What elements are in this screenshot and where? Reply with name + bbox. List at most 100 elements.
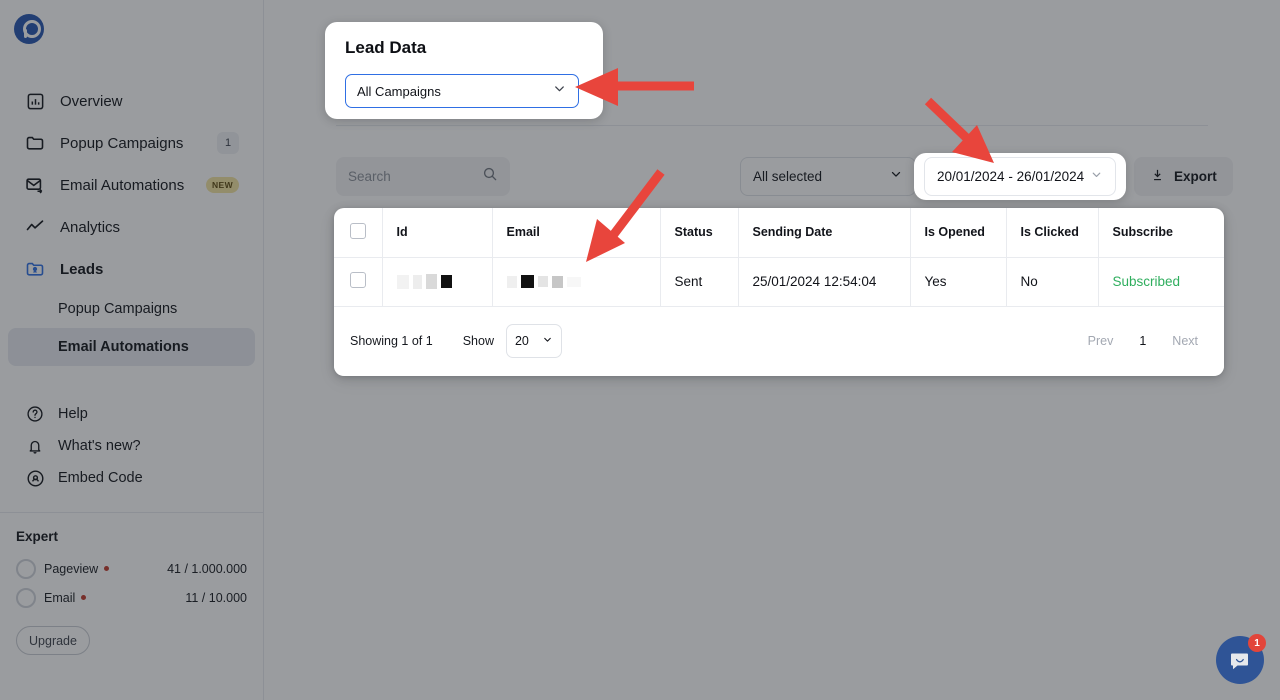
status-badge: Subscribed (1112, 274, 1181, 289)
search-placeholder: Search (348, 169, 391, 184)
logo-wrap (0, 0, 263, 58)
column-header-is-clicked: Is Clicked (1006, 208, 1099, 258)
sidebar-item-label: Embed Code (58, 470, 143, 486)
row-select-cell (334, 257, 383, 307)
sidebar: Overview Popup Campaigns 1 Email Automat… (0, 0, 264, 700)
sidebar-subitem-email-automations[interactable]: Email Automations (8, 328, 255, 366)
trend-line-icon (24, 216, 46, 238)
redacted-id (396, 271, 478, 293)
select-all-checkbox[interactable] (350, 222, 366, 239)
popupsmart-logo[interactable] (14, 14, 44, 44)
table-row[interactable]: Sent 25/01/2024 12:54:04 Yes No Subscrib… (334, 257, 1224, 307)
status-filter-value: All selected (753, 169, 823, 184)
column-header-email: Email (492, 208, 661, 258)
sidebar-subitem-popup-campaigns[interactable]: Popup Campaigns (8, 290, 255, 328)
sidebar-item-analytics[interactable]: Analytics (8, 206, 255, 248)
table-header-row: Id Email Status Sending Date Is Opened I… (334, 208, 1224, 258)
date-range-picker-highlight: 20/01/2024 - 26/01/2024 (914, 153, 1126, 200)
leads-table-highlight: Id Email Status Sending Date Is Opened I… (334, 208, 1224, 376)
sidebar-item-popup-campaigns[interactable]: Popup Campaigns 1 (8, 122, 255, 164)
column-header-id: Id (382, 208, 493, 258)
quota-value: 11 / 10.000 (185, 590, 247, 605)
sidebar-item-label: Email Automations (60, 176, 185, 194)
quota-value: 41 / 1.000.000 (167, 561, 247, 576)
row-checkbox[interactable] (350, 272, 366, 288)
sidebar-item-embed-code[interactable]: Embed Code (8, 462, 255, 494)
quota-row-pageview: Pageview 41 / 1.000.000 (16, 554, 247, 583)
app-root: Overview Popup Campaigns 1 Email Automat… (0, 0, 1280, 700)
lead-data-panel: Lead Data All Campaigns (325, 22, 603, 119)
sidebar-item-label: What's new? (58, 438, 141, 454)
page-number-1[interactable]: 1 (1139, 334, 1146, 348)
chevron-down-icon (552, 81, 567, 101)
select-all-header (334, 208, 383, 258)
sidebar-item-email-automations[interactable]: Email Automations NEW (8, 164, 255, 206)
column-header-status: Status (660, 208, 739, 258)
header-divider (336, 125, 1208, 126)
chevron-down-icon (542, 332, 553, 350)
sidebar-item-help[interactable]: Help (8, 398, 255, 430)
progress-ring-icon (16, 587, 36, 608)
plan-title: Expert (16, 529, 59, 544)
column-header-sending-date: Sending Date (738, 208, 911, 258)
quota-name: Pageview (44, 561, 110, 576)
sidebar-item-label: Help (58, 406, 88, 422)
table-footer: Showing 1 of 1 Show 20 Prev 1 Next (334, 306, 1224, 375)
column-header-is-opened: Is Opened (910, 208, 1007, 258)
showing-count: Showing 1 of 1 (350, 333, 433, 348)
cell-is-clicked: No (1006, 257, 1099, 307)
lead-data-title: Lead Data (345, 38, 427, 57)
chat-smiley-icon (1231, 653, 1248, 670)
status-filter-dropdown[interactable]: All selected (740, 157, 916, 196)
download-icon (1150, 168, 1165, 186)
upgrade-button[interactable]: Upgrade (16, 626, 90, 655)
cell-is-opened: Yes (910, 257, 1007, 307)
alert-dot-icon (104, 566, 110, 571)
sidebar-item-leads[interactable]: Leads (8, 248, 255, 290)
folder-user-icon (24, 258, 46, 280)
primary-nav: Overview Popup Campaigns 1 Email Automat… (0, 58, 263, 494)
sidebar-item-label: Overview (60, 92, 123, 110)
mail-forward-icon (24, 174, 46, 196)
page-size-select[interactable]: 20 (505, 323, 562, 358)
secondary-nav: Help What's new? Embed Code (0, 398, 263, 494)
chevron-down-icon (889, 167, 903, 186)
chat-unread-badge: 1 (1248, 634, 1266, 652)
search-input[interactable]: Search (336, 157, 510, 196)
popup-campaigns-count: 1 (217, 132, 239, 154)
sidebar-item-overview[interactable]: Overview (8, 80, 255, 122)
date-range-picker-active[interactable]: 20/01/2024 - 26/01/2024 (924, 157, 1116, 196)
prev-page-button[interactable]: Prev (1088, 334, 1114, 348)
intercom-chat-launcher[interactable]: 1 (1216, 634, 1266, 684)
quota-label: Email (44, 590, 76, 605)
pagination: Prev 1 Next (1088, 334, 1208, 348)
next-page-button[interactable]: Next (1172, 334, 1198, 348)
cell-status: Sent (660, 257, 739, 307)
progress-ring-icon (16, 558, 36, 579)
sidebar-item-whats-new[interactable]: What's new? (8, 430, 255, 462)
campaign-select-value: All Campaigns (357, 83, 441, 99)
leads-table-active: Id Email Status Sending Date Is Opened I… (334, 208, 1224, 307)
cell-id (382, 257, 493, 307)
sidebar-item-label: Analytics (60, 218, 121, 236)
quota-name: Email (44, 590, 87, 605)
date-range-value: 20/01/2024 - 26/01/2024 (937, 169, 1085, 184)
cell-email (492, 257, 661, 307)
campaign-select[interactable]: All Campaigns (345, 74, 579, 108)
alert-dot-icon (81, 595, 87, 600)
new-badge: NEW (205, 177, 239, 193)
page-size-value: 20 (514, 333, 529, 348)
quota-label: Pageview (44, 561, 99, 576)
sidebar-subitem-label: Popup Campaigns (58, 301, 178, 317)
folder-icon (24, 132, 46, 154)
embed-target-icon (24, 467, 46, 489)
export-button[interactable]: Export (1134, 157, 1233, 196)
export-label: Export (1174, 169, 1217, 184)
cell-sending-date: 25/01/2024 12:54:04 (738, 257, 911, 307)
column-header-subscribe: Subscribe (1098, 208, 1224, 258)
search-icon (482, 166, 498, 187)
sidebar-subitem-label: Email Automations (58, 339, 189, 355)
sidebar-item-label: Leads (60, 260, 104, 278)
show-label: Show (462, 333, 494, 348)
cell-subscribe: Subscribed (1098, 257, 1224, 307)
